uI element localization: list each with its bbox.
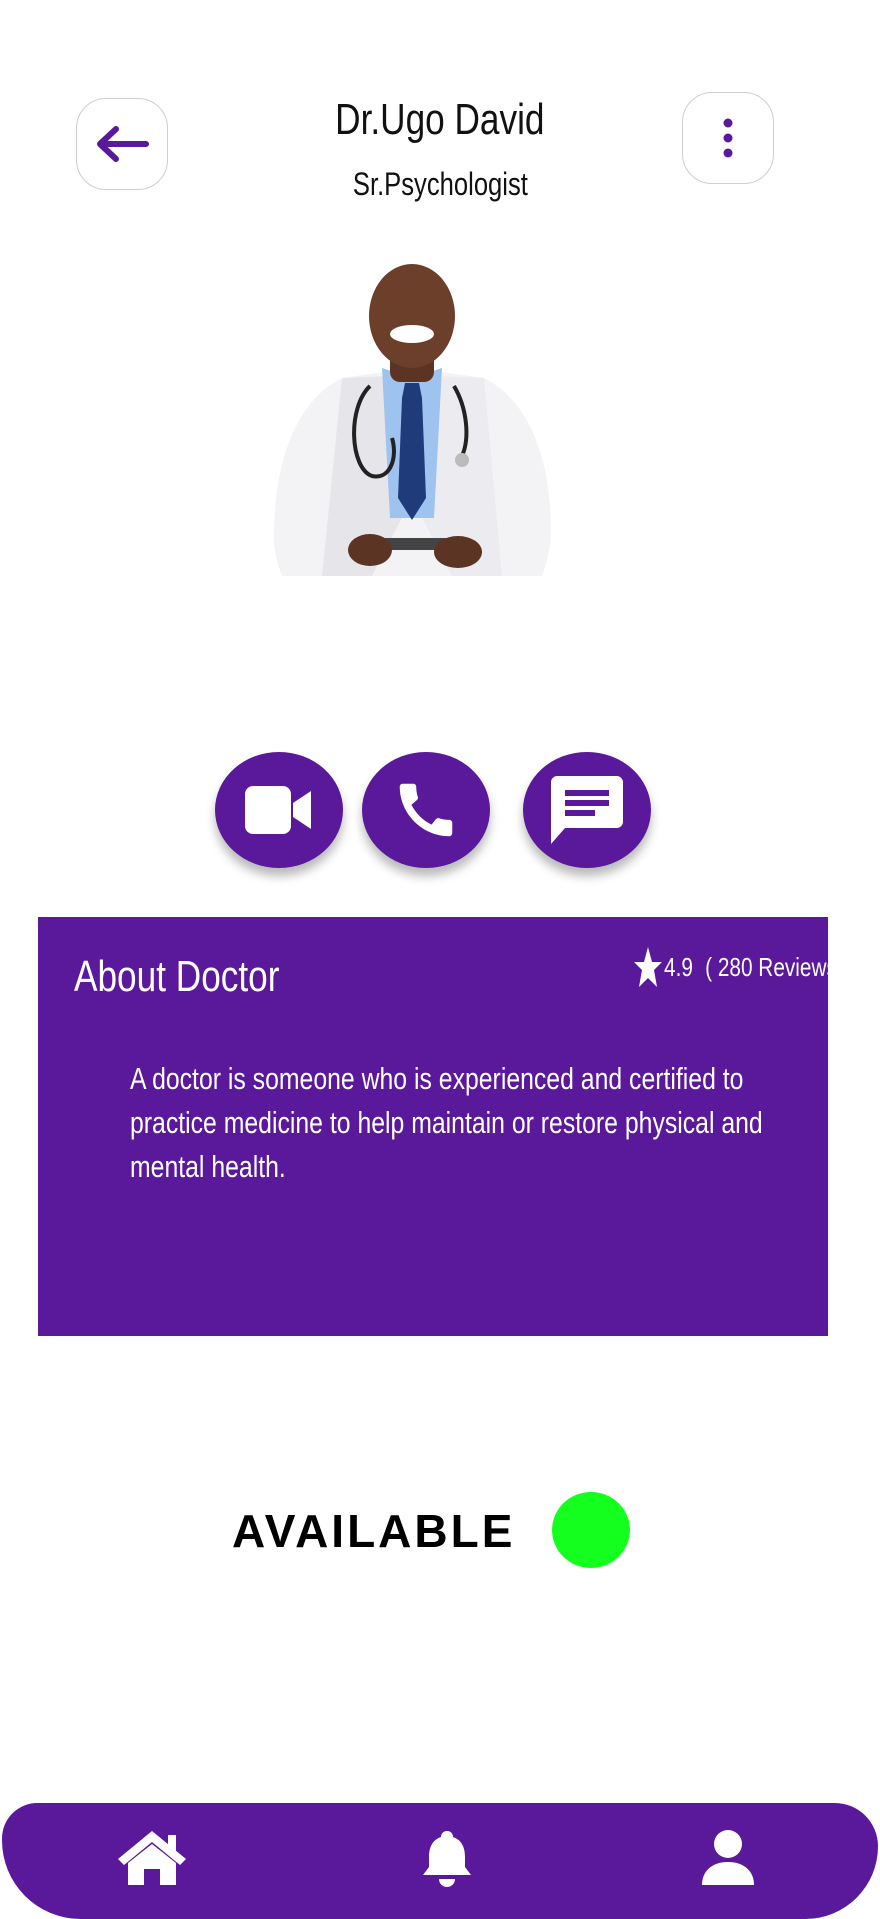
star-icon [634, 947, 662, 987]
voice-call-button[interactable] [362, 752, 490, 868]
nav-notifications[interactable] [422, 1829, 472, 1887]
user-icon [702, 1830, 754, 1885]
video-camera-icon [245, 786, 311, 834]
bell-icon [423, 1831, 471, 1887]
review-count[interactable]: ( 280 Reviews ) [705, 952, 850, 982]
chat-icon [551, 776, 623, 844]
availability-indicator [552, 1492, 630, 1568]
nav-home[interactable] [116, 1829, 188, 1887]
doctor-photo [273, 264, 551, 576]
about-doctor-card: About Doctor 4.9 ( 280 Reviews ) A docto… [38, 917, 850, 1336]
video-call-button[interactable] [215, 752, 343, 868]
rating-value: 4.9 [664, 952, 693, 982]
home-icon [118, 1831, 186, 1885]
phone-icon [399, 783, 453, 837]
about-description: A doctor is someone who is experienced a… [130, 1061, 763, 1184]
message-button[interactable] [523, 752, 651, 868]
availability-label: AVAILABLE [232, 1505, 516, 1557]
vertical-dots-icon [723, 118, 733, 158]
rating: 4.9 ( 280 Reviews ) [634, 947, 850, 987]
nav-profile[interactable] [700, 1829, 756, 1887]
about-title: About Doctor [74, 952, 280, 1001]
bottom-navigation [2, 1803, 878, 1919]
more-options-button[interactable] [682, 92, 774, 184]
